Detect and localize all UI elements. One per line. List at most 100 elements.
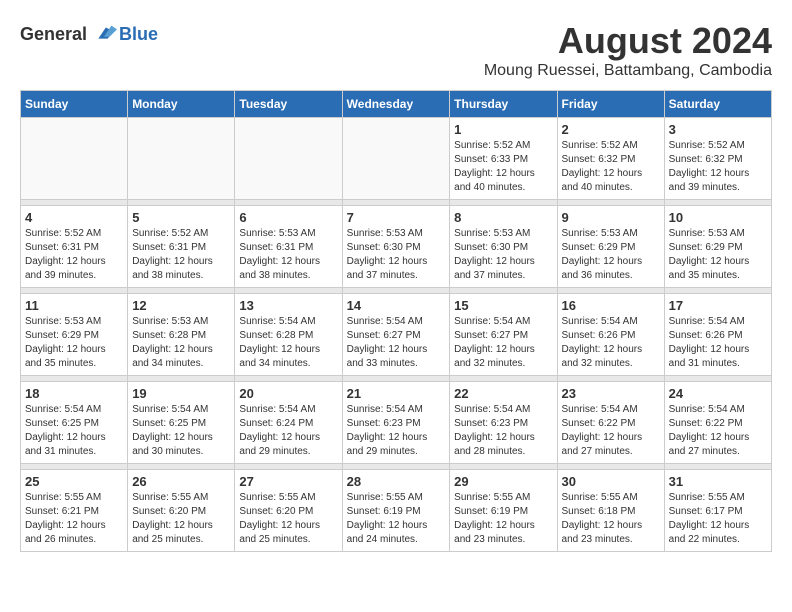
calendar-header-sunday: Sunday [21, 91, 128, 118]
calendar-header-wednesday: Wednesday [342, 91, 450, 118]
day-number: 22 [454, 386, 552, 401]
calendar-cell: 6 Sunrise: 5:53 AM Sunset: 6:31 PM Daylig… [235, 206, 342, 288]
day-detail: Sunrise: 5:53 AM Sunset: 6:31 PM Dayligh… [239, 227, 337, 283]
calendar-cell: 21 Sunrise: 5:54 AM Sunset: 6:23 PM Dayli… [342, 382, 450, 464]
day-detail: Sunrise: 5:54 AM Sunset: 6:24 PM Dayligh… [239, 403, 337, 459]
day-number: 4 [25, 210, 123, 225]
day-detail: Sunrise: 5:53 AM Sunset: 6:29 PM Dayligh… [562, 227, 660, 283]
day-detail: Sunrise: 5:52 AM Sunset: 6:32 PM Dayligh… [562, 139, 660, 195]
day-detail: Sunrise: 5:55 AM Sunset: 6:17 PM Dayligh… [669, 491, 767, 547]
day-number: 25 [25, 474, 123, 489]
calendar-cell: 3 Sunrise: 5:52 AM Sunset: 6:32 PM Daylig… [664, 118, 771, 200]
day-detail: Sunrise: 5:54 AM Sunset: 6:25 PM Dayligh… [132, 403, 230, 459]
calendar-header-tuesday: Tuesday [235, 91, 342, 118]
calendar-week-4: 18 Sunrise: 5:54 AM Sunset: 6:25 PM Dayli… [21, 382, 772, 464]
calendar-cell [128, 118, 235, 200]
day-detail: Sunrise: 5:52 AM Sunset: 6:31 PM Dayligh… [25, 227, 123, 283]
day-detail: Sunrise: 5:53 AM Sunset: 6:29 PM Dayligh… [669, 227, 767, 283]
day-detail: Sunrise: 5:53 AM Sunset: 6:30 PM Dayligh… [347, 227, 446, 283]
calendar-cell: 26Sunrise: 5:55 AM Sunset: 6:20 PM Dayli… [128, 470, 235, 552]
day-number: 17 [669, 298, 767, 313]
day-number: 1 [454, 122, 552, 137]
calendar-cell: 27Sunrise: 5:55 AM Sunset: 6:20 PM Dayli… [235, 470, 342, 552]
day-detail: Sunrise: 5:54 AM Sunset: 6:23 PM Dayligh… [454, 403, 552, 459]
logo-text-blue: Blue [119, 24, 158, 45]
day-number: 16 [562, 298, 660, 313]
day-detail: Sunrise: 5:55 AM Sunset: 6:19 PM Dayligh… [454, 491, 552, 547]
calendar-cell: 28 Sunrise: 5:55 AM Sunset: 6:19 PM Dayli… [342, 470, 450, 552]
calendar-cell: 29 Sunrise: 5:55 AM Sunset: 6:19 PM Dayli… [450, 470, 557, 552]
calendar-cell: 23Sunrise: 5:54 AM Sunset: 6:22 PM Dayli… [557, 382, 664, 464]
header: General Blue August 2024 Moung Ruessei, … [20, 20, 772, 80]
calendar-cell [235, 118, 342, 200]
calendar-cell: 12 Sunrise: 5:53 AM Sunset: 6:28 PM Dayli… [128, 294, 235, 376]
title-area: August 2024 Moung Ruessei, Battambang, C… [484, 20, 772, 80]
calendar-cell: 22 Sunrise: 5:54 AM Sunset: 6:23 PM Dayli… [450, 382, 557, 464]
calendar-cell: 16Sunrise: 5:54 AM Sunset: 6:26 PM Dayli… [557, 294, 664, 376]
day-detail: Sunrise: 5:54 AM Sunset: 6:27 PM Dayligh… [347, 315, 446, 371]
day-number: 3 [669, 122, 767, 137]
day-number: 23 [562, 386, 660, 401]
day-detail: Sunrise: 5:53 AM Sunset: 6:28 PM Dayligh… [132, 315, 230, 371]
logo-bird-icon [89, 20, 117, 48]
calendar-header-friday: Friday [557, 91, 664, 118]
day-detail: Sunrise: 5:54 AM Sunset: 6:22 PM Dayligh… [669, 403, 767, 459]
calendar-cell: 1Sunrise: 5:52 AM Sunset: 6:33 PM Daylig… [450, 118, 557, 200]
logo: General Blue [20, 20, 158, 48]
day-detail: Sunrise: 5:54 AM Sunset: 6:23 PM Dayligh… [347, 403, 446, 459]
day-detail: Sunrise: 5:55 AM Sunset: 6:21 PM Dayligh… [25, 491, 123, 547]
calendar-cell: 24 Sunrise: 5:54 AM Sunset: 6:22 PM Dayli… [664, 382, 771, 464]
day-number: 12 [132, 298, 230, 313]
day-number: 14 [347, 298, 446, 313]
day-number: 21 [347, 386, 446, 401]
calendar-cell: 10 Sunrise: 5:53 AM Sunset: 6:29 PM Dayli… [664, 206, 771, 288]
month-title: August 2024 [484, 20, 772, 62]
calendar-cell [21, 118, 128, 200]
day-number: 27 [239, 474, 337, 489]
calendar-cell: 7 Sunrise: 5:53 AM Sunset: 6:30 PM Daylig… [342, 206, 450, 288]
calendar-header-row: SundayMondayTuesdayWednesdayThursdayFrid… [21, 91, 772, 118]
calendar-week-1: 1Sunrise: 5:52 AM Sunset: 6:33 PM Daylig… [21, 118, 772, 200]
day-number: 19 [132, 386, 230, 401]
day-number: 11 [25, 298, 123, 313]
calendar-cell: 20Sunrise: 5:54 AM Sunset: 6:24 PM Dayli… [235, 382, 342, 464]
day-number: 18 [25, 386, 123, 401]
day-number: 7 [347, 210, 446, 225]
day-detail: Sunrise: 5:54 AM Sunset: 6:25 PM Dayligh… [25, 403, 123, 459]
day-number: 30 [562, 474, 660, 489]
day-number: 5 [132, 210, 230, 225]
day-number: 24 [669, 386, 767, 401]
day-number: 2 [562, 122, 660, 137]
day-detail: Sunrise: 5:55 AM Sunset: 6:18 PM Dayligh… [562, 491, 660, 547]
day-number: 29 [454, 474, 552, 489]
day-number: 13 [239, 298, 337, 313]
calendar-week-2: 4 Sunrise: 5:52 AM Sunset: 6:31 PM Daylig… [21, 206, 772, 288]
calendar-cell: 13Sunrise: 5:54 AM Sunset: 6:28 PM Dayli… [235, 294, 342, 376]
calendar-week-5: 25 Sunrise: 5:55 AM Sunset: 6:21 PM Dayli… [21, 470, 772, 552]
calendar-table: SundayMondayTuesdayWednesdayThursdayFrid… [20, 90, 772, 552]
day-number: 28 [347, 474, 446, 489]
day-number: 6 [239, 210, 337, 225]
day-number: 26 [132, 474, 230, 489]
calendar-cell: 30 Sunrise: 5:55 AM Sunset: 6:18 PM Dayli… [557, 470, 664, 552]
calendar-cell: 18 Sunrise: 5:54 AM Sunset: 6:25 PM Dayli… [21, 382, 128, 464]
calendar-cell: 15Sunrise: 5:54 AM Sunset: 6:27 PM Dayli… [450, 294, 557, 376]
calendar-cell: 5 Sunrise: 5:52 AM Sunset: 6:31 PM Daylig… [128, 206, 235, 288]
day-detail: Sunrise: 5:52 AM Sunset: 6:31 PM Dayligh… [132, 227, 230, 283]
day-number: 8 [454, 210, 552, 225]
day-number: 10 [669, 210, 767, 225]
day-detail: Sunrise: 5:52 AM Sunset: 6:32 PM Dayligh… [669, 139, 767, 195]
logo-text-general: General [20, 24, 87, 45]
calendar-header-monday: Monday [128, 91, 235, 118]
calendar-cell: 8 Sunrise: 5:53 AM Sunset: 6:30 PM Daylig… [450, 206, 557, 288]
day-detail: Sunrise: 5:54 AM Sunset: 6:27 PM Dayligh… [454, 315, 552, 371]
day-detail: Sunrise: 5:53 AM Sunset: 6:30 PM Dayligh… [454, 227, 552, 283]
calendar-cell: 17 Sunrise: 5:54 AM Sunset: 6:26 PM Dayli… [664, 294, 771, 376]
calendar-cell: 2 Sunrise: 5:52 AM Sunset: 6:32 PM Daylig… [557, 118, 664, 200]
calendar-cell: 31Sunrise: 5:55 AM Sunset: 6:17 PM Dayli… [664, 470, 771, 552]
day-detail: Sunrise: 5:55 AM Sunset: 6:19 PM Dayligh… [347, 491, 446, 547]
calendar-cell [342, 118, 450, 200]
day-detail: Sunrise: 5:54 AM Sunset: 6:26 PM Dayligh… [669, 315, 767, 371]
calendar-cell: 19 Sunrise: 5:54 AM Sunset: 6:25 PM Dayli… [128, 382, 235, 464]
day-number: 9 [562, 210, 660, 225]
